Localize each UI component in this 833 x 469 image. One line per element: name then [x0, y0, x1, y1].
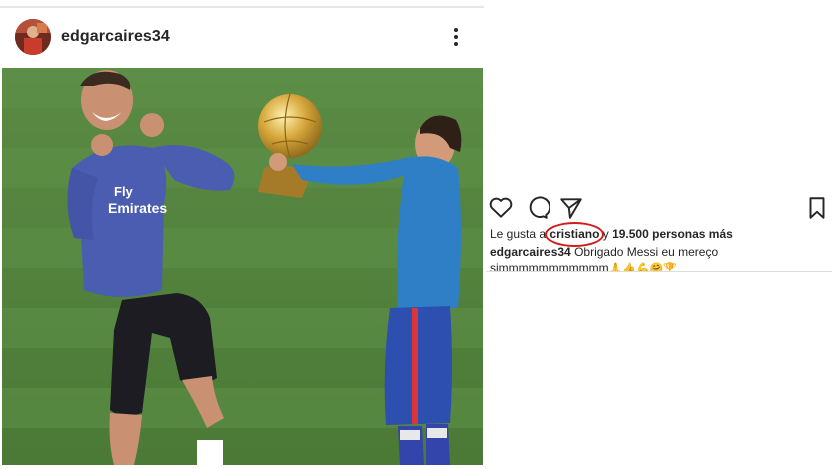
avatar[interactable]	[15, 19, 51, 55]
likes-prefix: Le gusta a	[490, 227, 550, 241]
top-divider	[0, 6, 484, 8]
share-icon[interactable]	[558, 195, 584, 221]
svg-text:Emirates: Emirates	[108, 200, 167, 216]
avatar-image	[15, 19, 51, 55]
bottom-divider	[486, 271, 832, 272]
post-image: Fly Emirates	[2, 68, 483, 465]
caption-username[interactable]: edgarcaires34	[490, 245, 571, 259]
caption: edgarcaires34 Obrigado Messi eu mereço s…	[490, 244, 790, 272]
comment-icon[interactable]	[524, 195, 552, 221]
caption-container: edgarcaires34 Obrigado Messi eu mereço s…	[490, 244, 790, 272]
bookmark-icon[interactable]	[804, 195, 830, 221]
post-header: edgarcaires34	[0, 14, 484, 62]
svg-text:Fly: Fly	[114, 184, 134, 199]
post-username[interactable]: edgarcaires34	[61, 28, 170, 46]
heart-icon[interactable]	[488, 195, 514, 221]
post-photo[interactable]: Fly Emirates	[2, 68, 483, 465]
post-actions	[488, 195, 833, 221]
liked-by-user[interactable]: cristiano	[545, 222, 605, 247]
likes-count[interactable]: 19.500 personas más	[612, 227, 733, 241]
likes-line: Le gusta a cristiano y 19.500 personas m…	[490, 222, 733, 247]
more-options-icon[interactable]	[448, 26, 464, 50]
